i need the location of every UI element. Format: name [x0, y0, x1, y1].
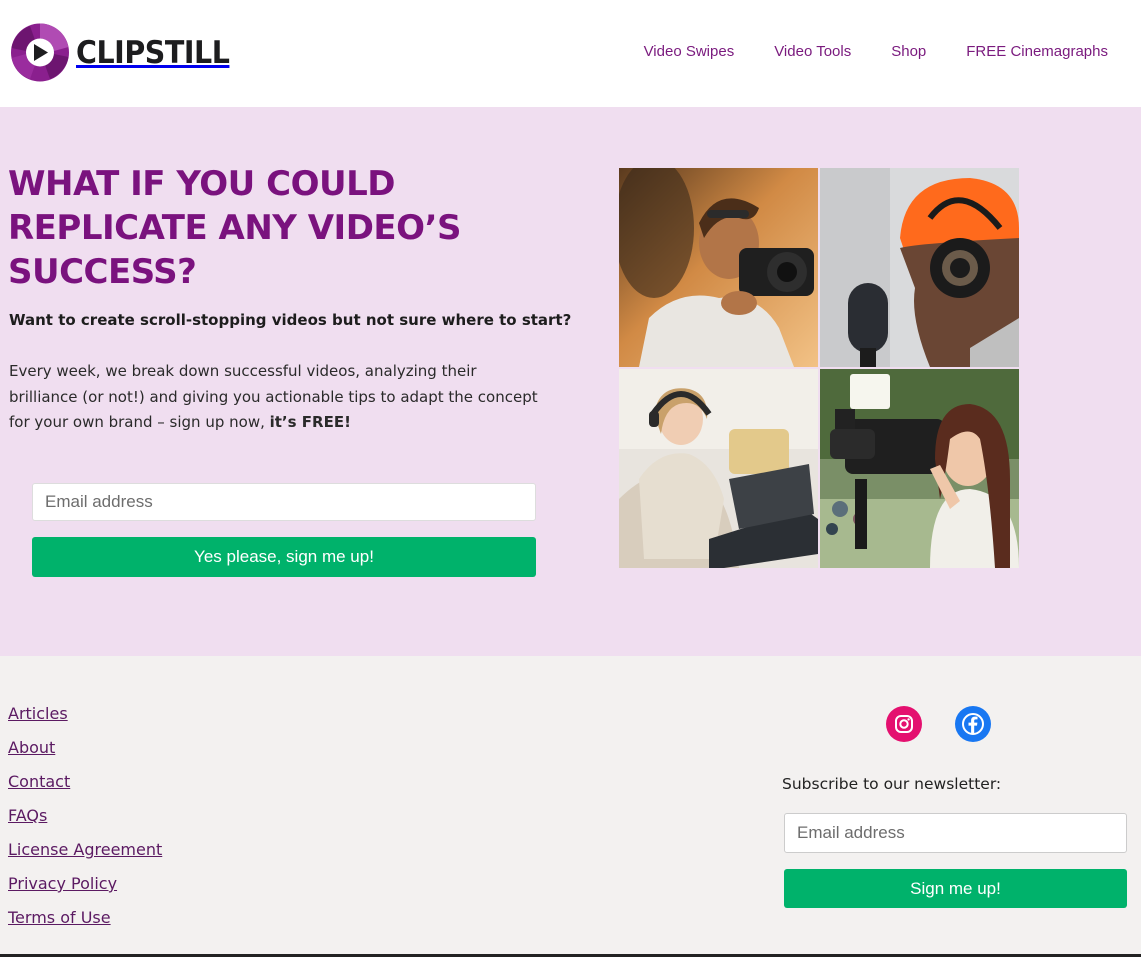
hero-email-input[interactable]	[32, 483, 536, 521]
photo-photographer	[619, 168, 818, 367]
newsletter-label: Subscribe to our newsletter:	[782, 775, 1002, 793]
photo-camerawoman	[820, 369, 1019, 568]
nav-video-tools[interactable]: Video Tools	[774, 43, 851, 60]
hero-photo-grid	[619, 168, 1019, 568]
facebook-link[interactable]	[955, 706, 991, 742]
site-header: CLIPSTILL Video Swipes Video Tools Shop …	[0, 0, 1141, 107]
footer-link-articles[interactable]: Articles	[8, 697, 162, 731]
hero-body-emphasis: it’s FREE!	[269, 413, 351, 431]
site-logo[interactable]: CLIPSTILL	[10, 21, 243, 84]
instagram-link[interactable]	[886, 706, 922, 742]
footer-link-about[interactable]: About	[8, 731, 162, 765]
facebook-icon	[962, 713, 984, 735]
hero-signup-button[interactable]: Yes please, sign me up!	[32, 537, 536, 577]
hero-body: Every week, we break down successful vid…	[9, 359, 549, 436]
footer-links: Articles About Contact FAQs License Agre…	[8, 697, 162, 935]
nav-shop[interactable]: Shop	[891, 43, 926, 60]
main-nav: Video Swipes Video Tools Shop FREE Cinem…	[644, 43, 1108, 60]
footer-link-privacy-policy[interactable]: Privacy Policy	[8, 867, 162, 901]
instagram-icon	[895, 715, 913, 733]
clipstill-logo-icon	[11, 23, 69, 82]
hero-section: WHAT IF YOU COULD REPLICATE ANY VIDEO’S …	[0, 107, 1141, 656]
footer-link-terms-of-use[interactable]: Terms of Use	[8, 901, 162, 935]
photo-laptop-woman	[619, 369, 818, 568]
nav-free-cinemagraphs[interactable]: FREE Cinemagraphs	[966, 43, 1108, 60]
nav-video-swipes[interactable]: Video Swipes	[644, 43, 735, 60]
social-links	[886, 706, 991, 742]
logo-wordmark: CLIPSTILL	[76, 34, 230, 71]
footer-link-license-agreement[interactable]: License Agreement	[8, 833, 162, 867]
hero-subtitle: Want to create scroll-stopping videos bu…	[9, 311, 572, 329]
newsletter-email-input[interactable]	[784, 813, 1127, 853]
footer-link-contact[interactable]: Contact	[8, 765, 162, 799]
footer-link-faqs[interactable]: FAQs	[8, 799, 162, 833]
newsletter-signup-button[interactable]: Sign me up!	[784, 869, 1127, 908]
hero-title: WHAT IF YOU COULD REPLICATE ANY VIDEO’S …	[8, 164, 461, 292]
photo-podcaster	[820, 168, 1019, 367]
